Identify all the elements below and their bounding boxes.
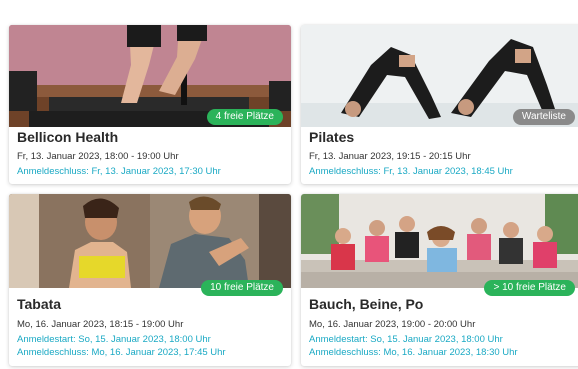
course-card-bauch-beine-po[interactable]: > 10 freie Plätze Bauch, Beine, Po Mo, 1… <box>301 194 578 366</box>
course-title[interactable]: Pilates <box>309 129 354 145</box>
registration-deadline: Anmeldeschluss: Mo, 16. Januar 2023, 17:… <box>17 347 226 358</box>
course-date: Mo, 16. Januar 2023, 18:15 - 19:00 Uhr <box>17 319 184 330</box>
course-title[interactable]: Bellicon Health <box>17 129 118 145</box>
registration-deadline: Anmeldeschluss: Fr, 13. Januar 2023, 18:… <box>309 166 513 177</box>
registration-start: Anmeldestart: So, 15. Januar 2023, 18:00… <box>309 334 503 345</box>
course-image-tabata <box>9 194 291 288</box>
availability-badge: > 10 freie Plätze <box>484 280 575 296</box>
course-card-pilates[interactable]: Warteliste Pilates Fr, 13. Januar 2023, … <box>301 25 578 184</box>
course-title[interactable]: Tabata <box>17 296 61 312</box>
registration-deadline: Anmeldeschluss: Mo, 16. Januar 2023, 18:… <box>309 347 518 358</box>
availability-badge: 10 freie Plätze <box>201 280 283 296</box>
availability-badge: 4 freie Plätze <box>206 109 283 125</box>
registration-deadline: Anmeldeschluss: Fr, 13. Januar 2023, 17:… <box>17 166 221 177</box>
course-title[interactable]: Bauch, Beine, Po <box>309 296 423 312</box>
course-date: Mo, 16. Januar 2023, 19:00 - 20:00 Uhr <box>309 319 476 330</box>
waitlist-badge: Warteliste <box>512 109 575 125</box>
course-image-group-workout <box>301 194 578 288</box>
registration-start: Anmeldestart: So, 15. Januar 2023, 18:00… <box>17 334 211 345</box>
course-card-bellicon-health[interactable]: 4 freie Plätze Bellicon Health Fr, 13. J… <box>9 25 291 184</box>
course-date: Fr, 13. Januar 2023, 18:00 - 19:00 Uhr <box>17 151 179 162</box>
course-date: Fr, 13. Januar 2023, 19:15 - 20:15 Uhr <box>309 151 471 162</box>
course-card-tabata[interactable]: 10 freie Plätze Tabata Mo, 16. Januar 20… <box>9 194 291 366</box>
